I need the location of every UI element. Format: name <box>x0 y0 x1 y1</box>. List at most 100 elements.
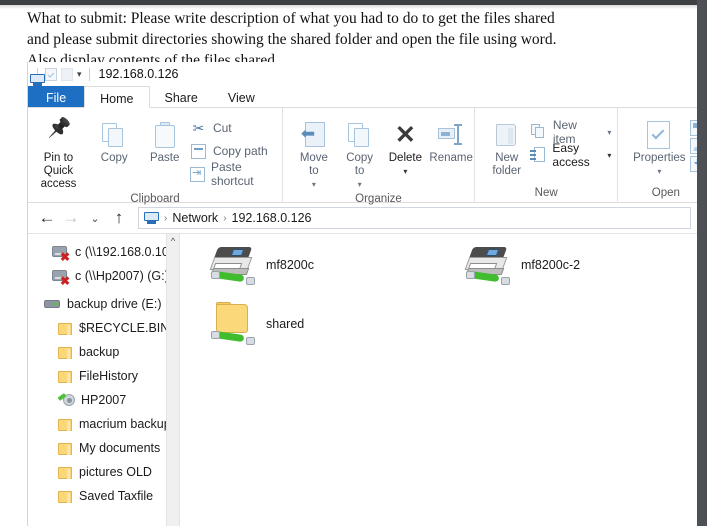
nav-item-recycle-bin[interactable]: $RECYCLE.BIN <box>28 316 179 340</box>
folder-icon <box>58 322 73 335</box>
nav-item-hp2007[interactable]: HP2007 <box>28 388 179 412</box>
paste-shortcut-button[interactable]: Paste shortcut <box>189 160 282 188</box>
nav-item-label: pictures OLD <box>79 465 152 479</box>
clipboard-small-commands: ✂ Cut Copy path Paste shortcut <box>189 114 282 188</box>
new-folder-label: New folder <box>492 152 522 177</box>
list-item-label: mf8200c-2 <box>521 258 581 272</box>
group-label-organize: Organize <box>355 193 402 205</box>
new-folder-icon[interactable] <box>61 67 73 81</box>
new-folder-button[interactable]: New folder <box>483 114 530 178</box>
ribbon-group-new: New folder New item ▾ Easy access ▾ New <box>475 108 619 203</box>
copy-path-label: Copy path <box>212 144 268 158</box>
list-item[interactable]: mf8200c-2 <box>464 244 581 286</box>
nav-item-c-192-168-0-10[interactable]: ✖ c (\\192.168.0.10 <box>28 240 179 264</box>
pin-to-quick-access-label: Pin to Quick access <box>40 152 77 190</box>
breadcrumb[interactable]: › Network › 192.168.0.126 <box>138 207 691 229</box>
list-item-label: shared <box>266 317 305 331</box>
folder-icon <box>58 370 73 383</box>
navigation-pane-scrollbar[interactable]: ^ <box>166 234 179 526</box>
properties-icon <box>646 118 672 152</box>
move-to-button[interactable]: ⬅ Move to ▾ <box>291 114 337 191</box>
nav-item-filehistory[interactable]: FileHistory <box>28 364 179 388</box>
properties-label: Properties <box>633 152 686 164</box>
nav-item-label: FileHistory <box>79 369 139 383</box>
qat-divider-2 <box>88 67 90 81</box>
ribbon: Pin to Quick access Copy Paste <box>28 108 697 205</box>
forward-arrow-icon[interactable]: → <box>60 207 82 229</box>
chevron-down-icon[interactable]: ▾ <box>77 69 82 80</box>
delete-button[interactable]: ✕ Delete ▾ <box>383 114 429 178</box>
file-list-pane[interactable]: mf8200c mf8200c-2 shared <box>180 234 697 526</box>
open-with-icon[interactable] <box>690 120 697 136</box>
paste-label: Paste <box>149 152 180 164</box>
up-arrow-icon[interactable]: ↑ <box>108 207 130 229</box>
chevron-down-icon[interactable]: ▾ <box>657 165 661 178</box>
move-to-icon: ⬅ <box>301 118 327 152</box>
edit-icon[interactable] <box>690 138 697 154</box>
paste-button[interactable]: Paste <box>139 114 190 165</box>
desktop-right-strip <box>697 0 707 526</box>
chevron-down-icon[interactable]: ▾ <box>358 178 362 191</box>
this-pc-icon[interactable] <box>144 211 159 225</box>
back-arrow-icon[interactable]: ← <box>36 207 58 229</box>
list-item[interactable]: mf8200c <box>209 244 314 286</box>
folder-icon <box>58 490 73 503</box>
chevron-down-icon[interactable]: ▾ <box>607 128 611 137</box>
ribbon-group-open: Properties ▾ Open <box>618 108 697 203</box>
cut-label: Cut <box>212 121 232 135</box>
new-small-commands: New item ▾ Easy access ▾ <box>530 114 617 169</box>
copy-to-icon <box>347 118 372 152</box>
copy-to-button[interactable]: Copy to ▾ <box>337 114 383 191</box>
chevron-down-icon[interactable]: ▾ <box>607 151 611 160</box>
nav-item-macrium-backup[interactable]: macrium backup <box>28 412 179 436</box>
nav-item-pictures-old[interactable]: pictures OLD <box>28 460 179 484</box>
disconnected-drive-icon: ✖ <box>52 245 70 263</box>
group-label-new: New <box>534 187 558 199</box>
prompt-line-2: and please submit directories showing th… <box>27 31 557 48</box>
copy-to-label: Copy to <box>346 152 374 177</box>
nav-item-backup-drive[interactable]: backup drive (E:) <box>28 292 179 316</box>
copy-button[interactable]: Copy <box>89 114 140 165</box>
folder-icon <box>58 442 73 455</box>
paste-shortcut-label: Paste shortcut <box>210 160 254 188</box>
move-to-label: Move to <box>299 152 328 177</box>
rename-button[interactable]: Rename <box>428 114 474 165</box>
address-bar: ← → ⌄ ↑ › Network › 192.168.0.126 <box>28 203 697 233</box>
properties-button[interactable]: Properties ▾ <box>628 114 690 178</box>
copy-icon <box>102 118 126 152</box>
breadcrumb-network[interactable]: Network <box>172 211 218 225</box>
pin-to-quick-access-button[interactable]: Pin to Quick access <box>28 114 89 191</box>
nav-item-label: HP2007 <box>81 393 127 407</box>
list-item-label: mf8200c <box>266 258 314 272</box>
breadcrumb-host[interactable]: 192.168.0.126 <box>232 211 312 225</box>
nav-item-saved-taxfile[interactable]: Saved Taxfile <box>28 484 179 508</box>
rename-label: Rename <box>429 152 473 164</box>
recent-locations-icon[interactable]: ⌄ <box>84 207 106 229</box>
delete-icon: ✕ <box>394 121 416 149</box>
group-label-clipboard: Clipboard <box>130 193 180 205</box>
easy-access-button[interactable]: Easy access ▾ <box>530 141 617 169</box>
tab-home[interactable]: Home <box>84 86 150 108</box>
file-explorer-window: ▾ 192.168.0.126 File Home Share View Pin… <box>27 62 697 526</box>
rename-icon <box>438 118 464 152</box>
chevron-down-icon[interactable]: ▾ <box>312 178 316 191</box>
scroll-up-icon[interactable]: ^ <box>167 234 179 248</box>
list-item[interactable]: shared <box>210 302 304 346</box>
nav-item-backup[interactable]: backup <box>28 340 179 364</box>
open-small-commands <box>690 114 697 172</box>
cut-button[interactable]: ✂ Cut <box>190 118 282 138</box>
shared-printer-icon <box>209 244 256 286</box>
chevron-down-icon[interactable]: ▾ <box>403 165 407 178</box>
history-icon[interactable] <box>690 156 697 172</box>
screen: What to submit: Please write description… <box>0 0 707 526</box>
nav-item-c-hp2007[interactable]: ✖ c (\\Hp2007) (G:) <box>28 264 179 288</box>
tab-share[interactable]: Share <box>150 86 213 107</box>
ribbon-group-organize: ⬅ Move to ▾ Copy to ▾ ✕ Delete ▾ Rename … <box>283 108 475 205</box>
copy-path-button[interactable]: Copy path <box>190 141 282 161</box>
properties-icon[interactable] <box>45 67 57 81</box>
tab-view[interactable]: View <box>213 86 270 107</box>
nav-item-my-documents[interactable]: My documents <box>28 436 179 460</box>
content-area: ✖ c (\\192.168.0.10 ✖ c (\\Hp2007) (G:) <box>28 233 697 526</box>
new-item-button[interactable]: New item ▾ <box>530 118 617 146</box>
tab-file[interactable]: File <box>28 86 85 107</box>
